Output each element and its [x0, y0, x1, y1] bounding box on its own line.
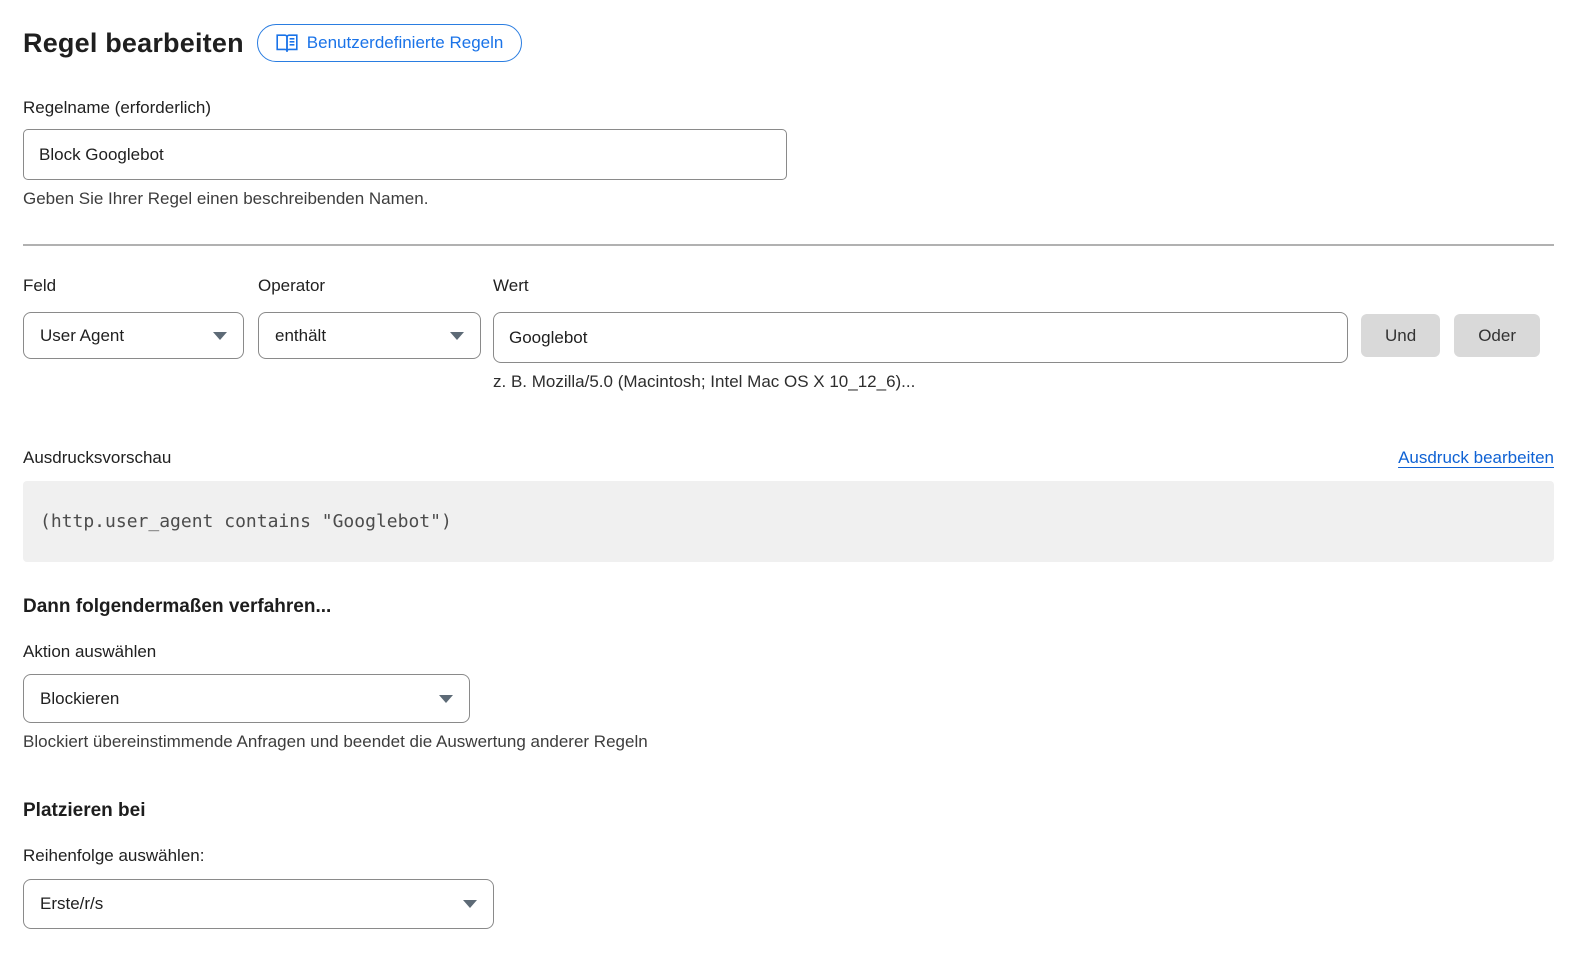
chevron-down-icon [463, 900, 477, 908]
operator-select-value: enthält [275, 326, 326, 346]
custom-rules-badge-label: Benutzerdefinierte Regeln [307, 33, 504, 53]
open-book-icon [276, 34, 298, 52]
placement-order-select[interactable]: Erste/r/s [23, 879, 494, 929]
page-title: Regel bearbeiten [23, 28, 244, 59]
action-label: Aktion auswählen [23, 642, 1554, 662]
expression-preview-row: Ausdrucksvorschau Ausdruck bearbeiten [23, 448, 1554, 468]
placement-section-heading: Platzieren bei [23, 800, 1554, 822]
value-label: Wert [493, 276, 1348, 296]
field-label: Feld [23, 276, 244, 296]
placement-order-select-value: Erste/r/s [40, 894, 103, 914]
and-button[interactable]: Und [1361, 314, 1440, 357]
condition-row: Feld User Agent Operator enthält Wert z.… [23, 276, 1554, 392]
edit-expression-link[interactable]: Ausdruck bearbeiten [1398, 448, 1554, 468]
expression-code: (http.user_agent contains "Googlebot") [40, 511, 1537, 532]
operator-select[interactable]: enthält [258, 312, 481, 359]
page-header: Regel bearbeiten Benutzerdefinierte Rege… [23, 24, 1554, 62]
rule-name-helper: Geben Sie Ihrer Regel einen beschreibend… [23, 189, 1554, 209]
expression-preview-label: Ausdrucksvorschau [23, 448, 171, 468]
rule-name-label: Regelname (erforderlich) [23, 98, 1554, 118]
action-select[interactable]: Blockieren [23, 674, 470, 723]
chevron-down-icon [213, 332, 227, 340]
or-button[interactable]: Oder [1454, 314, 1540, 357]
field-select-value: User Agent [40, 326, 124, 346]
expression-code-block: (http.user_agent contains "Googlebot") [23, 481, 1554, 562]
chevron-down-icon [450, 332, 464, 340]
custom-rules-badge[interactable]: Benutzerdefinierte Regeln [257, 24, 523, 62]
value-input[interactable] [493, 312, 1348, 363]
action-section-heading: Dann folgendermaßen verfahren... [23, 596, 1554, 618]
field-select[interactable]: User Agent [23, 312, 244, 359]
operator-label: Operator [258, 276, 481, 296]
chevron-down-icon [439, 695, 453, 703]
action-helper: Blockiert übereinstimmende Anfragen und … [23, 732, 1554, 752]
rule-name-input[interactable] [23, 129, 787, 180]
section-divider [23, 244, 1554, 246]
value-helper: z. B. Mozilla/5.0 (Macintosh; Intel Mac … [493, 372, 1348, 392]
action-select-value: Blockieren [40, 689, 119, 709]
field-column: Feld User Agent [23, 276, 244, 392]
value-column: Wert z. B. Mozilla/5.0 (Macintosh; Intel… [493, 276, 1348, 392]
operator-column: Operator enthält [258, 276, 481, 392]
edit-rule-page: Regel bearbeiten Benutzerdefinierte Rege… [23, 0, 1554, 929]
placement-order-label: Reihenfolge auswählen: [23, 846, 1554, 866]
